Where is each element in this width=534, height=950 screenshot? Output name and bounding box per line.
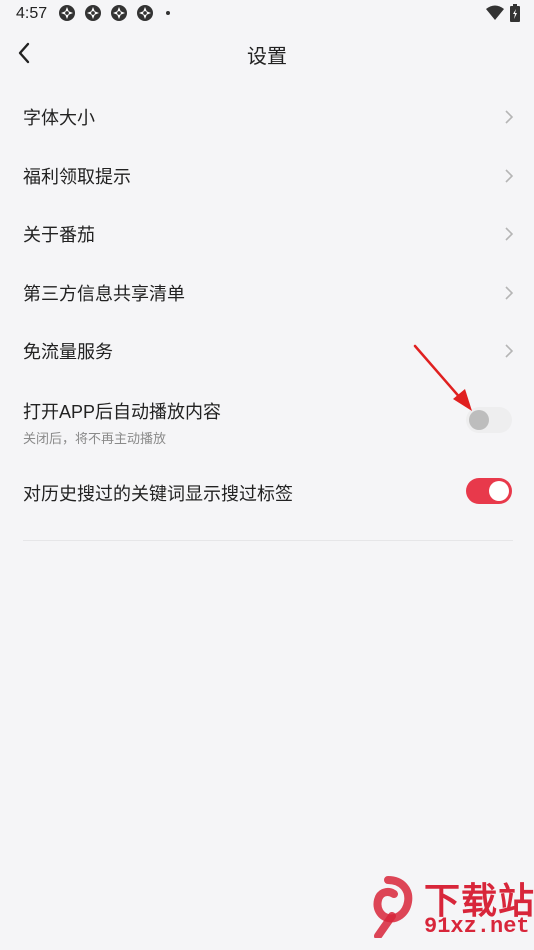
settings-item-label: 字体大小 — [23, 108, 95, 129]
status-time: 4:57 — [16, 5, 48, 22]
settings-item-search-history-tag: 对历史搜过的关键词显示搜过标签 — [0, 462, 534, 522]
chevron-right-icon — [505, 286, 514, 300]
chevron-right-icon — [505, 110, 514, 124]
settings-list: 字体大小 福利领取提示 关于番茄 第三方信息共享清单 免流量服务 — [0, 88, 534, 381]
site-watermark: 下载站 91xz.net — [358, 872, 534, 944]
app-notification-icon — [85, 5, 101, 21]
wifi-icon — [486, 5, 504, 20]
search-history-tag-toggle-switch[interactable] — [466, 478, 512, 504]
app-notification-icon — [137, 5, 153, 21]
autoplay-toggle-switch[interactable] — [466, 407, 512, 433]
app-notification-icon — [111, 5, 127, 21]
status-bar: 4:57 — [0, 0, 534, 28]
chevron-right-icon — [505, 344, 514, 358]
settings-item-label: 福利领取提示 — [23, 166, 131, 187]
app-notification-icon — [59, 5, 75, 21]
toggle-label: 打开APP后自动播放内容 — [23, 402, 222, 422]
settings-item-welfare-reminder[interactable]: 福利领取提示 — [0, 147, 534, 206]
watermark-domain: 91xz.net — [424, 914, 530, 939]
settings-item-third-party-list[interactable]: 第三方信息共享清单 — [0, 264, 534, 323]
status-more-dot — [166, 11, 170, 15]
settings-item-free-data-service[interactable]: 免流量服务 — [0, 322, 534, 381]
list-divider — [23, 540, 513, 541]
settings-item-label: 第三方信息共享清单 — [23, 283, 185, 304]
chevron-right-icon — [505, 169, 514, 183]
toggle-subtitle: 关闭后，将不再主动播放 — [23, 431, 167, 446]
settings-item-label: 免流量服务 — [23, 342, 113, 363]
toggle-knob — [469, 410, 489, 430]
status-notification-icons — [58, 4, 170, 22]
settings-item-font-size[interactable]: 字体大小 — [0, 88, 534, 147]
page-title: 设置 — [247, 46, 287, 68]
settings-item-autoplay: 打开APP后自动播放内容 关闭后，将不再主动播放 — [0, 380, 534, 460]
status-system-icons — [486, 4, 520, 22]
toggle-label: 对历史搜过的关键词显示搜过标签 — [23, 484, 293, 504]
battery-icon — [510, 4, 520, 22]
settings-item-label: 关于番茄 — [23, 225, 95, 246]
settings-item-about[interactable]: 关于番茄 — [0, 205, 534, 264]
toggle-knob — [489, 481, 509, 501]
chevron-right-icon — [505, 227, 514, 241]
watermark-logo-icon — [373, 876, 413, 938]
nav-bar: 设置 — [0, 28, 534, 78]
